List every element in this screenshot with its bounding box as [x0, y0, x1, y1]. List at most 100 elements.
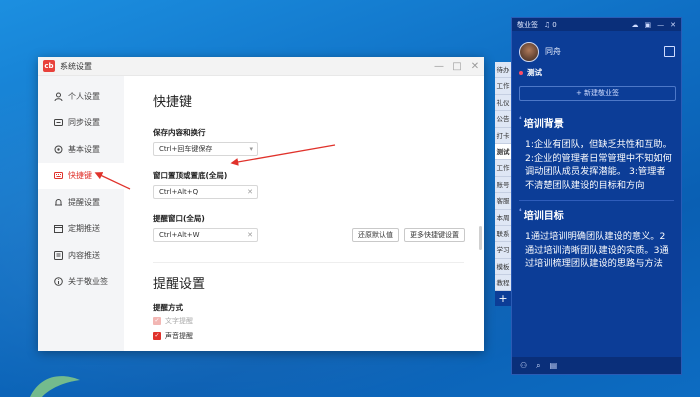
tab-template[interactable]: 模板 [495, 258, 511, 276]
sidebar-item-label: 基本设置 [68, 144, 100, 154]
bell-icon[interactable]: ♫ [544, 21, 550, 29]
new-note-button[interactable]: + 新建敬业签 [519, 86, 676, 101]
note-body: 1:企业有团队，但缺乏共性和互助。2:企业的管理者日常管理中不知如何调动团队成员… [525, 139, 672, 191]
reminder-window-hotkey-value: Ctrl+Alt+W [159, 231, 200, 239]
text-reminder-label: 文字提醒 [165, 317, 193, 325]
title-bar: cb 系统设置 — □ ✕ [38, 57, 484, 76]
tab-this-week[interactable]: 本周 [495, 209, 511, 226]
user-icon [54, 92, 63, 101]
settings-content: 快捷键 保存内容和换行 Ctrl+回车键保存 ▾ 窗口置顶或置底(全局) Ctr… [124, 76, 484, 351]
note-heading: 培训背景 [523, 119, 564, 130]
sidebar-item-label: 个人设置 [68, 91, 100, 101]
pin-window-label: 窗口置顶或置底(全局) [153, 171, 228, 180]
checkbox-icon: ✓ [153, 332, 161, 340]
pin-window-hotkey-input[interactable]: Ctrl+Alt+Q ✕ [153, 185, 258, 199]
checkbox-icon: ✓ [153, 317, 161, 325]
tab-test[interactable]: 测试 [495, 143, 511, 161]
sidebar-item-label: 提醒设置 [68, 197, 100, 207]
lock-icon[interactable]: ▣ [645, 21, 652, 29]
quote-icon: ❛ [519, 115, 522, 124]
bell-icon [54, 198, 63, 207]
tab-contact[interactable]: 联系 [495, 225, 511, 243]
maximize-button[interactable]: □ [448, 57, 466, 76]
tab-study[interactable]: 学习 [495, 242, 511, 259]
save-newline-select[interactable]: Ctrl+回车键保存 ▾ [153, 142, 258, 156]
clear-icon[interactable]: ✕ [247, 231, 253, 239]
calendar-icon [54, 224, 63, 234]
reminder-method-label: 提醒方式 [153, 303, 183, 312]
text-reminder-checkbox[interactable]: ✓ 文字提醒 [153, 316, 193, 326]
reminder-window-hotkey-input[interactable]: Ctrl+Alt+W ✕ [153, 228, 258, 242]
tab-todo[interactable]: 待办 [495, 62, 511, 79]
bell-count: 0 [552, 20, 557, 29]
push-icon [54, 250, 63, 260]
gear-icon [54, 145, 63, 154]
avatar[interactable] [519, 41, 539, 62]
minimize-icon[interactable]: — [657, 21, 664, 29]
hotkeys-section-title: 快捷键 [153, 95, 193, 110]
search-icon[interactable]: ⌕ [536, 361, 540, 371]
sidebar-item-label: 关于敬业签 [68, 277, 108, 287]
info-icon [54, 277, 63, 287]
notes-app-name: 敬业签 [517, 20, 538, 29]
close-icon[interactable]: ✕ [670, 21, 676, 29]
sound-reminder-label: 声音提醒 [165, 332, 193, 340]
section-divider [153, 262, 464, 263]
settings-sidebar: 个人设置 同步设置 基本设置 快捷键 提醒设置 定期推送 内容推送 关于敬业签 [38, 76, 124, 351]
category-tab-strip: 待办 工作 礼仪 公告 打卡 测试 工作 账号 客服 本周 联系 学习 模板 教… [495, 62, 511, 307]
note-item[interactable]: ❛ 培训目标 1通过培训明确团队建设的意义。2通过培训清晰团队建设的实质。3通过培… [512, 207, 681, 271]
cloud-icon[interactable]: ☁ [632, 21, 639, 29]
restore-default-button[interactable]: 还原默认值 [352, 228, 399, 242]
save-newline-label: 保存内容和换行 [153, 128, 206, 137]
tab-work[interactable]: 工作 [495, 78, 511, 95]
sidebar-item-personal[interactable]: 个人设置 [38, 83, 124, 110]
sidebar-item-scheduled-push[interactable]: 定期推送 [38, 216, 124, 243]
save-newline-value: Ctrl+回车键保存 [159, 145, 213, 153]
scrollbar[interactable] [479, 226, 482, 250]
add-tab-button[interactable]: + [495, 291, 511, 307]
user-profile[interactable]: 同舟 [512, 31, 681, 65]
sidebar-item-sync[interactable]: 同步设置 [38, 110, 124, 137]
desktop-leaf-icon [30, 376, 80, 397]
tab-tutorial[interactable]: 教程 [495, 275, 511, 292]
current-tag: 测试 [512, 67, 681, 78]
sync-icon [54, 118, 63, 127]
sidebar-item-about[interactable]: 关于敬业签 [38, 269, 124, 296]
message-icon[interactable]: ▤ [550, 361, 558, 370]
sidebar-item-hotkeys[interactable]: 快捷键 [38, 162, 124, 189]
sidebar-item-basic[interactable]: 基本设置 [38, 136, 124, 163]
calendar-icon[interactable] [664, 46, 675, 57]
tab-notice[interactable]: 公告 [495, 111, 511, 128]
tag-dot-icon [519, 70, 523, 75]
tab-work-2[interactable]: 工作 [495, 160, 511, 177]
tab-service[interactable]: 客服 [495, 193, 511, 210]
window-title: 系统设置 [60, 61, 92, 71]
note-body: 1通过培训明确团队建设的意义。2通过培训清晰团队建设的实质。3通过培训梳理团队建… [525, 231, 669, 269]
tag-label: 测试 [527, 68, 542, 77]
note-item[interactable]: ❛ 培训背景 1:企业有团队，但缺乏共性和互助。2:企业的管理者日常管理中不知如何… [512, 115, 681, 192]
clear-icon[interactable]: ✕ [247, 188, 253, 196]
sidebar-item-content-push[interactable]: 内容推送 [38, 242, 124, 269]
minimize-button[interactable]: — [430, 57, 448, 76]
notes-topbar: 敬业签 ♫ 0 ☁ ▣ — ✕ [512, 18, 681, 31]
user-name: 同舟 [545, 47, 561, 56]
keyboard-icon [54, 171, 63, 180]
close-button[interactable]: ✕ [466, 57, 484, 76]
tab-clock-in[interactable]: 打卡 [495, 127, 511, 144]
team-icon[interactable]: ⚇ [520, 361, 527, 370]
tab-account[interactable]: 账号 [495, 176, 511, 194]
sidebar-item-label: 定期推送 [68, 224, 100, 234]
settings-window: cb 系统设置 — □ ✕ 个人设置 同步设置 基本设置 快捷键 提醒设置 定期… [38, 57, 484, 351]
sound-reminder-checkbox[interactable]: ✓ 声音提醒 [153, 331, 193, 341]
sidebar-item-label: 快捷键 [68, 171, 92, 181]
notes-panel: 敬业签 ♫ 0 ☁ ▣ — ✕ 同舟 测试 + 新建敬业签 ❛ 培训背景 1:企业… [511, 17, 682, 375]
tab-etiquette[interactable]: 礼仪 [495, 94, 511, 112]
pin-window-hotkey-value: Ctrl+Alt+Q [159, 188, 199, 196]
quote-icon: ❛ [519, 207, 522, 216]
more-hotkeys-button[interactable]: 更多快捷键设置 [404, 228, 465, 242]
note-divider [519, 200, 674, 201]
app-logo: cb [43, 60, 55, 72]
reminder-section-title: 提醒设置 [153, 277, 206, 292]
reminder-window-label: 提醒窗口(全局) [153, 214, 205, 223]
sidebar-item-reminder[interactable]: 提醒设置 [38, 189, 124, 216]
